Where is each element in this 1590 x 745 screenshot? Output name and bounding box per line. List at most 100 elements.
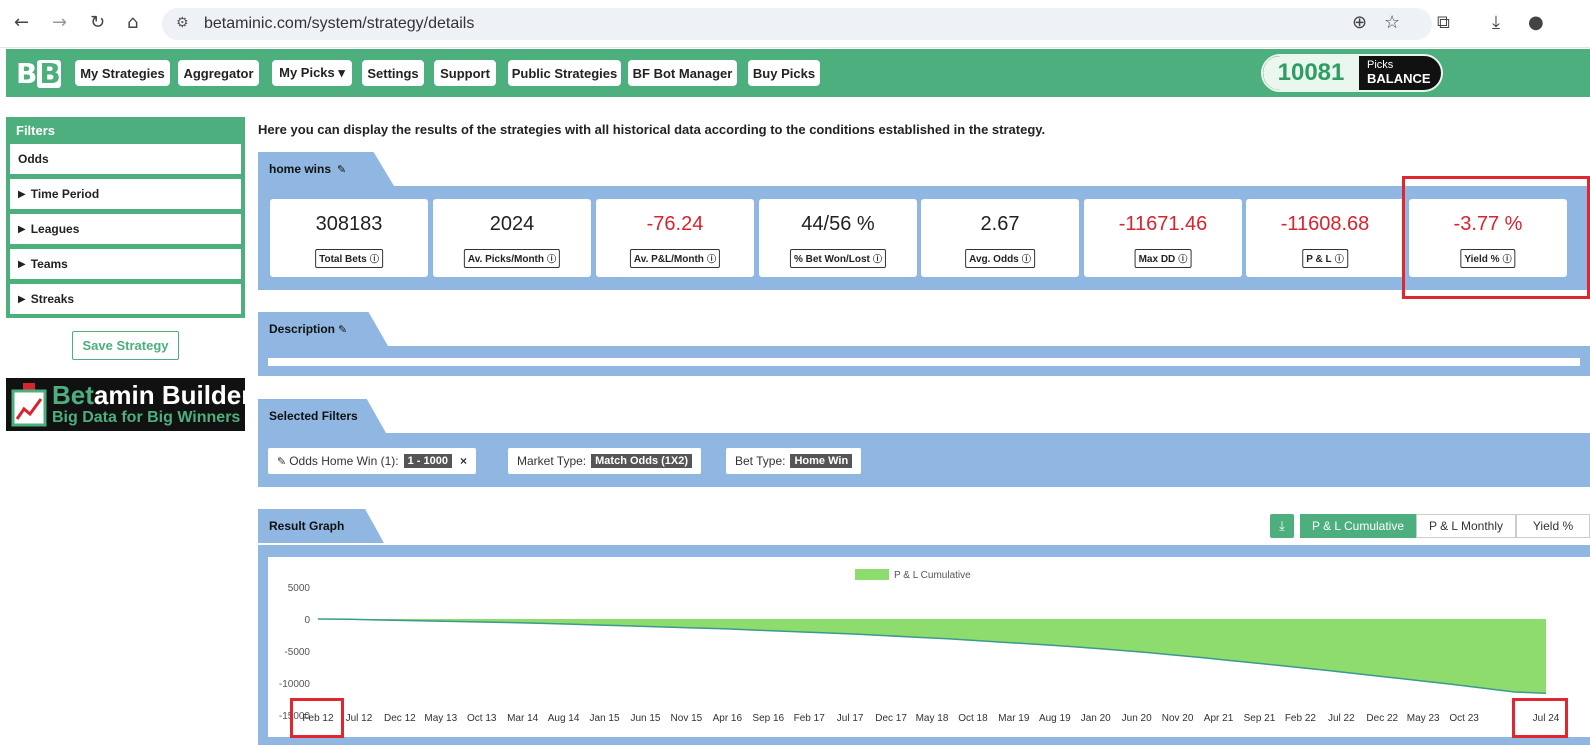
extensions-icon[interactable]: ⧉ (1437, 12, 1450, 33)
nav-support[interactable]: Support (434, 60, 496, 86)
chart-bottle-icon (11, 383, 47, 427)
nav-aggregator[interactable]: Aggregator (178, 60, 259, 86)
x-tick-label: Jun 15 (630, 713, 660, 724)
y-tick-label: -5000 (284, 647, 310, 658)
stat-label-text: % Bet Won/Lost (793, 254, 870, 265)
top-nav: BB My Strategies Aggregator My Picks ▾ S… (6, 49, 1590, 97)
stat-label[interactable]: Avg. Odds ⓘ (965, 249, 1035, 268)
x-tick-label: Mar 19 (998, 713, 1030, 724)
filter-chip-odds[interactable]: ✎ Odds Home Win (1): 1 - 1000 × (268, 448, 476, 474)
stat-label[interactable]: Av. Picks/Month ⓘ (463, 249, 561, 268)
info-icon[interactable]: ⓘ (1175, 255, 1187, 265)
filters-title: Filters (16, 123, 56, 138)
pl-cumulative-button[interactable]: P & L Cumulative (1300, 514, 1416, 538)
caret-right-icon: ▶ (18, 293, 26, 305)
stat-label-text: Total Bets (319, 254, 367, 265)
info-icon[interactable]: ⓘ (704, 255, 716, 265)
y-tick-label: 5000 (288, 583, 311, 594)
forward-icon[interactable]: → (52, 12, 67, 33)
y-tick-label: -10000 (279, 679, 311, 690)
yield-button[interactable]: Yield % (1516, 514, 1590, 538)
info-icon[interactable]: ⓘ (544, 255, 556, 265)
filter-leagues[interactable]: ▶ Leagues (10, 214, 241, 244)
y-tick-label: 0 (304, 615, 310, 626)
intro-text: Here you can display the results of the … (258, 122, 1046, 137)
caret-right-icon: ▶ (18, 258, 26, 270)
x-tick-label: Jun 20 (1122, 713, 1152, 724)
nav-buy-picks[interactable]: Buy Picks (748, 60, 820, 86)
pencil-icon[interactable]: ✎ (337, 163, 346, 176)
address-bar[interactable]: ⚙ betaminic.com/system/strategy/details (162, 8, 1432, 40)
x-tick-label: Dec 12 (384, 713, 416, 724)
reload-icon[interactable]: ↻ (90, 12, 105, 33)
stat-label[interactable]: % Bet Won/Lost ⓘ (789, 249, 887, 268)
x-tick-label: Feb 22 (1285, 713, 1317, 724)
filter-teams[interactable]: ▶ Teams (10, 249, 241, 279)
picks-balance[interactable]: 10081 Picks BALANCE (1261, 54, 1443, 92)
pencil-icon[interactable]: ✎ (338, 323, 347, 336)
balance-value: 10081 (1263, 56, 1359, 90)
info-icon[interactable]: ⓘ (1019, 255, 1031, 265)
nav-settings[interactable]: Settings (362, 60, 424, 86)
stat-label[interactable]: P & L ⓘ (1302, 249, 1348, 268)
strategy-name-tab[interactable]: home wins ✎ (258, 152, 394, 186)
strategy-name: home wins (269, 162, 332, 176)
bookmark-star-icon[interactable]: ☆ (1384, 12, 1400, 33)
legend-label: P & L Cumulative (894, 570, 971, 581)
stat-card: 2.67 Avg. Odds ⓘ (921, 199, 1079, 277)
stat-value: 2.67 (980, 213, 1020, 235)
x-tick-label: May 23 (1407, 713, 1440, 724)
banner-subtitle: Big Data for Big Winners (52, 409, 241, 426)
stat-value: 308183 (315, 213, 383, 235)
info-icon[interactable]: ⓘ (1332, 255, 1344, 265)
x-tick-label: Nov 20 (1162, 713, 1194, 724)
x-tick-label: Jul 12 (346, 713, 373, 724)
info-icon[interactable]: ⓘ (367, 255, 379, 265)
x-tick-label: Dec 22 (1366, 713, 1398, 724)
site-logo[interactable]: BB (16, 57, 68, 90)
save-strategy-button[interactable]: Save Strategy (72, 331, 179, 360)
url-text: betaminic.com/system/strategy/details (204, 15, 475, 32)
filter-label: Teams (30, 257, 68, 271)
filter-label: Leagues (30, 222, 80, 236)
x-tick-label: Oct 23 (1449, 713, 1479, 724)
stat-value: -76.24 (646, 213, 704, 235)
nav-my-picks[interactable]: My Picks ▾ (272, 60, 352, 86)
back-icon[interactable]: ← (14, 12, 29, 33)
filter-streaks[interactable]: ▶ Streaks (10, 284, 241, 314)
stat-card: 44/56 % % Bet Won/Lost ⓘ (759, 199, 917, 277)
home-icon[interactable]: ⌂ (127, 12, 138, 33)
betamin-builder-banner[interactable]: Betamin Builder Big Data for Big Winners (6, 378, 251, 431)
info-icon[interactable]: ⓘ (870, 255, 882, 265)
download-icon[interactable]: ⤓ (1492, 12, 1500, 33)
stat-label[interactable]: Total Bets ⓘ (315, 249, 383, 268)
filters-panel: Filters Odds ▶ Time Period ▶ Leagues ▶ Team… (6, 117, 245, 318)
x-tick-label: Mar 14 (507, 713, 539, 724)
result-chart: P & L Cumulative 5000 0 -5000 -10000 -15000 Fe… (268, 557, 1590, 737)
filter-label: Time Period (30, 187, 100, 201)
stat-value: 2024 (489, 213, 535, 235)
stat-label[interactable]: Max DD ⓘ (1134, 249, 1192, 268)
site-settings-icon[interactable]: ⚙ (176, 15, 189, 31)
stat-card: -76.24 Av. P&L/Month ⓘ (596, 199, 754, 277)
close-icon[interactable]: × (460, 454, 467, 468)
pencil-icon[interactable]: ✎ (277, 455, 286, 468)
banner-title-bet: Bet (52, 380, 94, 410)
nav-bf-bot-manager[interactable]: BF Bot Manager (628, 60, 737, 86)
selected-filters-tab: Selected Filters (258, 399, 386, 433)
download-chart-button[interactable]: ⤓ (1270, 514, 1294, 538)
filter-odds[interactable]: Odds (10, 144, 241, 174)
x-tick-label: Sep 16 (752, 713, 784, 724)
nav-my-strategies[interactable]: My Strategies (75, 60, 170, 86)
x-tick-label: Dec 17 (875, 713, 907, 724)
description-tab[interactable]: Description ✎ (258, 312, 388, 346)
description-field[interactable] (268, 358, 1580, 366)
profile-icon[interactable]: ● (1528, 12, 1544, 33)
result-graph-tab: Result Graph (258, 509, 384, 543)
filter-time-period[interactable]: ▶ Time Period (10, 179, 241, 209)
zoom-icon[interactable]: ⊕ (1352, 12, 1367, 33)
nav-public-strategies[interactable]: Public Strategies (508, 60, 621, 86)
pl-monthly-button[interactable]: P & L Monthly (1416, 514, 1516, 538)
chip-label: Odds Home Win (1): (289, 454, 399, 468)
stat-label[interactable]: Av. P&L/Month ⓘ (629, 249, 721, 268)
